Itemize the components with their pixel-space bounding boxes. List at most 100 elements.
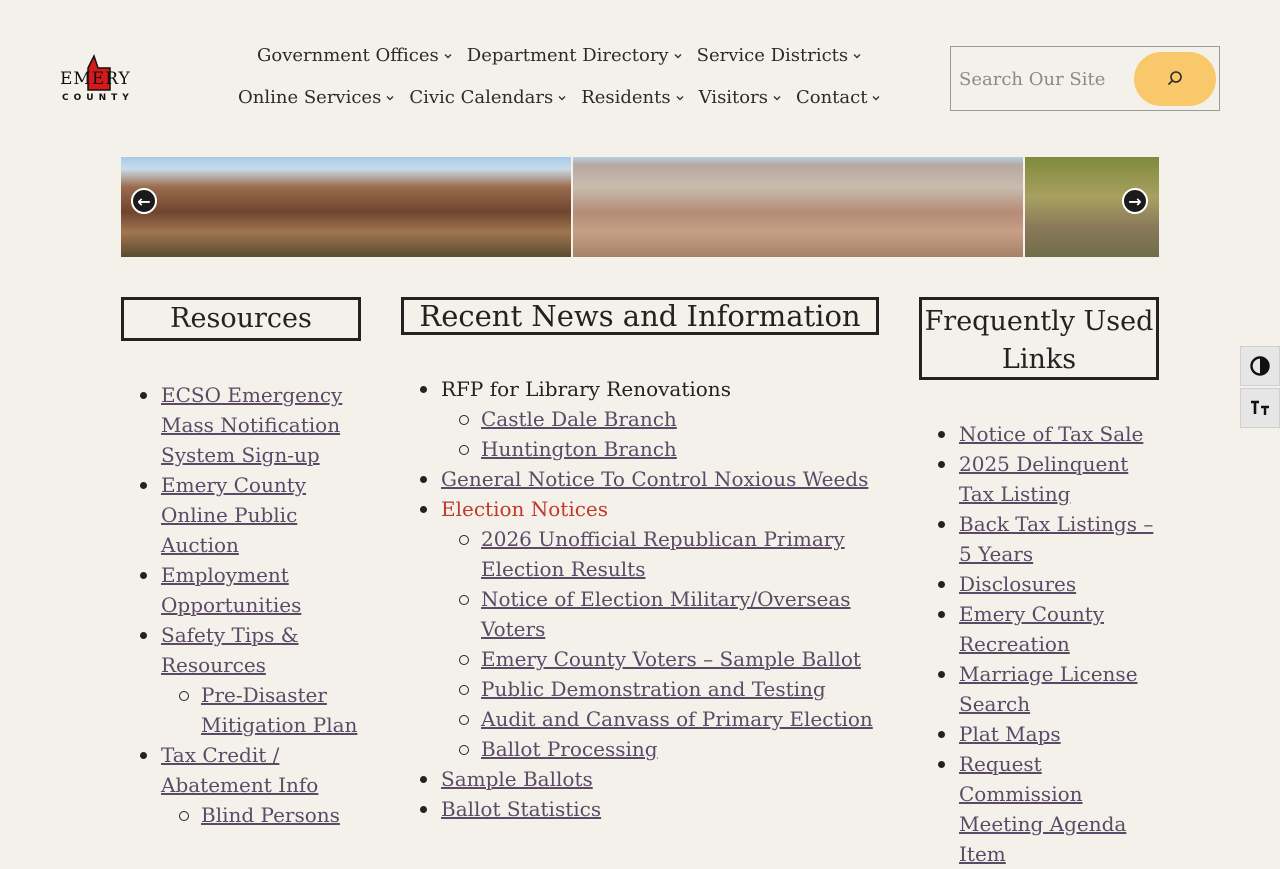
nav-label: Service Districts	[696, 45, 849, 66]
carousel-next-button[interactable]: →	[1122, 188, 1148, 214]
list-item: Employment Opportunities	[121, 560, 361, 620]
site-search	[950, 46, 1220, 111]
frequent-link[interactable]: Disclosures	[959, 572, 1076, 596]
news-list: RFP for Library Renovations Castle Dale …	[401, 374, 891, 824]
frequent-link[interactable]: 2025 Delinquent Tax Listing	[959, 452, 1128, 506]
chevron-down-icon	[444, 53, 452, 58]
nav-item-government-offices[interactable]: Government Offices	[257, 45, 453, 66]
frequent-links-heading: Frequently Used Links	[919, 297, 1159, 380]
chevron-down-icon	[853, 53, 861, 58]
list-subitem: Blind Persons	[121, 800, 361, 830]
resource-link[interactable]: Employment Opportunities	[161, 563, 301, 617]
high-contrast-toggle[interactable]	[1240, 346, 1280, 386]
list-subitem: Notice of Election Military/Overseas Vot…	[401, 584, 891, 644]
list-subitem: Ballot Processing	[401, 734, 891, 764]
site-logo[interactable]: EMERY COUNTY	[58, 54, 140, 106]
chevron-down-icon	[558, 95, 566, 100]
election-notices-label: Election Notices	[441, 497, 609, 521]
chevron-down-icon	[773, 95, 781, 100]
nav-label: Contact	[795, 87, 868, 108]
news-link[interactable]: General Notice To Control Noxious Weeds	[441, 467, 868, 491]
nav-label: Civic Calendars	[409, 87, 554, 108]
nav-item-service-districts[interactable]: Service Districts	[697, 45, 863, 66]
logo-text-emery: EMERY	[60, 69, 131, 89]
nav-label: Department Directory	[466, 45, 669, 66]
news-link[interactable]: 2026 Unofficial Republican Primary Elect…	[481, 527, 845, 581]
news-link[interactable]: Ballot Processing	[481, 737, 658, 761]
carousel-slide-canyon	[121, 157, 571, 257]
list-item: Request Commission Meeting Agenda Item	[919, 749, 1159, 869]
carousel-slide-badlands	[573, 157, 1023, 257]
text-size-toggle[interactable]	[1240, 388, 1280, 428]
list-item: Emery County Online Public Auction	[121, 470, 361, 560]
list-subitem: Huntington Branch	[401, 434, 891, 464]
chevron-down-icon	[674, 53, 682, 58]
list-item: Ballot Statistics	[401, 794, 891, 824]
resource-link[interactable]: ECSO Emergency Mass Notification System …	[161, 383, 342, 467]
news-link[interactable]: Notice of Election Military/Overseas Vot…	[481, 587, 851, 641]
news-link[interactable]: Huntington Branch	[481, 437, 677, 461]
search-icon	[1167, 71, 1182, 86]
nav-label: Government Offices	[257, 45, 439, 66]
resource-link[interactable]: Emery County Online Public Auction	[161, 473, 306, 557]
list-subitem: Castle Dale Branch	[401, 404, 891, 434]
list-item: Disclosures	[919, 569, 1159, 599]
frequent-link[interactable]: Plat Maps	[959, 722, 1061, 746]
image-carousel	[121, 157, 1159, 257]
news-link[interactable]: Audit and Canvass of Primary Election	[481, 707, 873, 731]
news-link[interactable]: Castle Dale Branch	[481, 407, 677, 431]
list-subitem: Emery County Voters – Sample Ballot	[401, 644, 891, 674]
list-subitem: Audit and Canvass of Primary Election	[401, 704, 891, 734]
list-item: Tax Credit / Abatement Info	[121, 740, 361, 800]
nav-label: Visitors	[698, 87, 768, 108]
resource-link[interactable]: Tax Credit / Abatement Info	[161, 743, 318, 797]
list-item: Emery County Recreation	[919, 599, 1159, 659]
nav-label: Residents	[581, 87, 671, 108]
list-subitem: Public Demonstration and Testing	[401, 674, 891, 704]
list-subitem: 2026 Unofficial Republican Primary Elect…	[401, 524, 891, 584]
news-link[interactable]: Sample Ballots	[441, 767, 593, 791]
frequent-link[interactable]: Emery County Recreation	[959, 602, 1104, 656]
nav-item-contact[interactable]: Contact	[796, 87, 881, 108]
list-item: 2025 Delinquent Tax Listing	[919, 449, 1159, 509]
resources-heading: Resources	[121, 297, 361, 341]
news-link[interactable]: Public Demonstration and Testing	[481, 677, 826, 701]
list-item: Election Notices	[401, 494, 891, 524]
nav-item-visitors[interactable]: Visitors	[699, 87, 782, 108]
carousel-prev-button[interactable]: ←	[131, 188, 157, 214]
nav-label: Online Services	[238, 87, 382, 108]
list-item: Marriage License Search	[919, 659, 1159, 719]
search-input[interactable]	[959, 57, 1109, 101]
nav-item-online-services[interactable]: Online Services	[238, 87, 395, 108]
nav-item-department-directory[interactable]: Department Directory	[467, 45, 683, 66]
frequent-link[interactable]: Back Tax Listings – 5 Years	[959, 512, 1153, 566]
resource-link[interactable]: Blind Persons	[201, 803, 340, 827]
chevron-down-icon	[386, 95, 394, 100]
news-label: RFP for Library Renovations	[441, 377, 731, 401]
resource-link[interactable]: Safety Tips & Resources	[161, 623, 299, 677]
nav-row-primary: Government Offices Department Directory …	[257, 45, 876, 66]
resource-link[interactable]: Pre-Disaster Mitigation Plan	[201, 683, 357, 737]
contrast-icon	[1250, 356, 1270, 376]
resources-list: ECSO Emergency Mass Notification System …	[121, 380, 361, 830]
list-item: Sample Ballots	[401, 764, 891, 794]
font-size-icon	[1251, 400, 1269, 415]
frequent-link[interactable]: Request Commission Meeting Agenda Item	[959, 752, 1126, 866]
frequent-link[interactable]: Notice of Tax Sale	[959, 422, 1143, 446]
news-heading: Recent News and Information	[401, 297, 879, 335]
list-item: Plat Maps	[919, 719, 1159, 749]
news-link[interactable]: Ballot Statistics	[441, 797, 601, 821]
frequent-link[interactable]: Marriage License Search	[959, 662, 1138, 716]
list-item: Safety Tips & Resources	[121, 620, 361, 680]
search-button[interactable]	[1134, 52, 1216, 106]
nav-item-civic-calendars[interactable]: Civic Calendars	[409, 87, 567, 108]
frequent-links-list: Notice of Tax Sale 2025 Delinquent Tax L…	[919, 419, 1159, 869]
list-item: ECSO Emergency Mass Notification System …	[121, 380, 361, 470]
list-item: RFP for Library Renovations	[401, 374, 891, 404]
chevron-down-icon	[872, 95, 880, 100]
list-item: Back Tax Listings – 5 Years	[919, 509, 1159, 569]
list-subitem: Pre-Disaster Mitigation Plan	[121, 680, 361, 740]
nav-item-residents[interactable]: Residents	[581, 87, 684, 108]
news-link[interactable]: Emery County Voters – Sample Ballot	[481, 647, 861, 671]
chevron-down-icon	[676, 95, 684, 100]
